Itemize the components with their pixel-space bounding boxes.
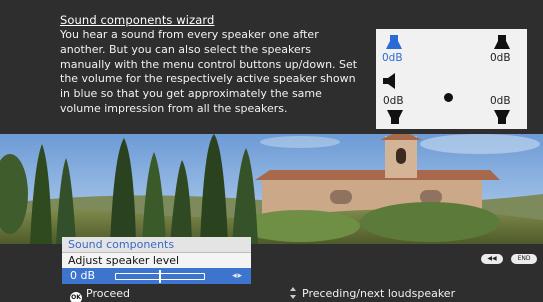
speaker-level-slider[interactable] (115, 270, 205, 283)
menu-header[interactable]: Sound components (62, 237, 251, 253)
speaker-rear-right-level: 0dB (490, 95, 511, 107)
tv-screen: Sound components wizard You hear a sound… (0, 0, 543, 302)
sound-menu: Sound components Adjust speaker level 0 … (62, 237, 251, 284)
speaker-front-left-level: 0dB (382, 52, 403, 64)
speaker-side-icon (383, 73, 395, 89)
left-right-arrows-icon: ◂ ▸ (232, 271, 242, 281)
speaker-level-value: 0 dB (70, 269, 96, 282)
proceed-hint: OK Proceed (70, 287, 130, 302)
speaker-front-right-level: 0dB (490, 52, 511, 64)
speaker-front-left-icon[interactable] (384, 35, 404, 49)
speaker-front-right-icon[interactable] (492, 35, 512, 49)
speaker-rear-left-level: 0dB (383, 95, 404, 107)
speaker-rear-left-icon[interactable] (385, 110, 405, 124)
speaker-level-control[interactable]: 0 dB ◂ ▸ (62, 268, 251, 284)
adjust-speaker-level-item[interactable]: Adjust speaker level (62, 253, 251, 268)
nav-label: Preceding/next loudspeaker (302, 287, 456, 300)
nav-buttons: ◀◀ END (481, 254, 538, 273)
up-down-arrows-icon (289, 287, 297, 299)
nav-hint: Preceding/next loudspeaker (289, 287, 455, 301)
back-button[interactable]: ◀◀ (481, 254, 503, 264)
info-panel: Sound components wizard You hear a sound… (0, 0, 543, 134)
slider-thumb[interactable] (159, 270, 161, 283)
end-button[interactable]: END (511, 254, 538, 264)
speaker-rear-right-icon[interactable] (492, 110, 512, 124)
speaker-layout-diagram: 0dB 0dB 0dB 0dB (376, 29, 527, 129)
wizard-title: Sound components wizard (60, 13, 215, 27)
listener-position-dot (444, 93, 453, 102)
ok-button-icon: OK (70, 292, 82, 302)
landscape-background-image (0, 134, 543, 244)
wizard-description: You hear a sound from every speaker one … (60, 28, 358, 115)
proceed-label: Proceed (86, 287, 131, 300)
